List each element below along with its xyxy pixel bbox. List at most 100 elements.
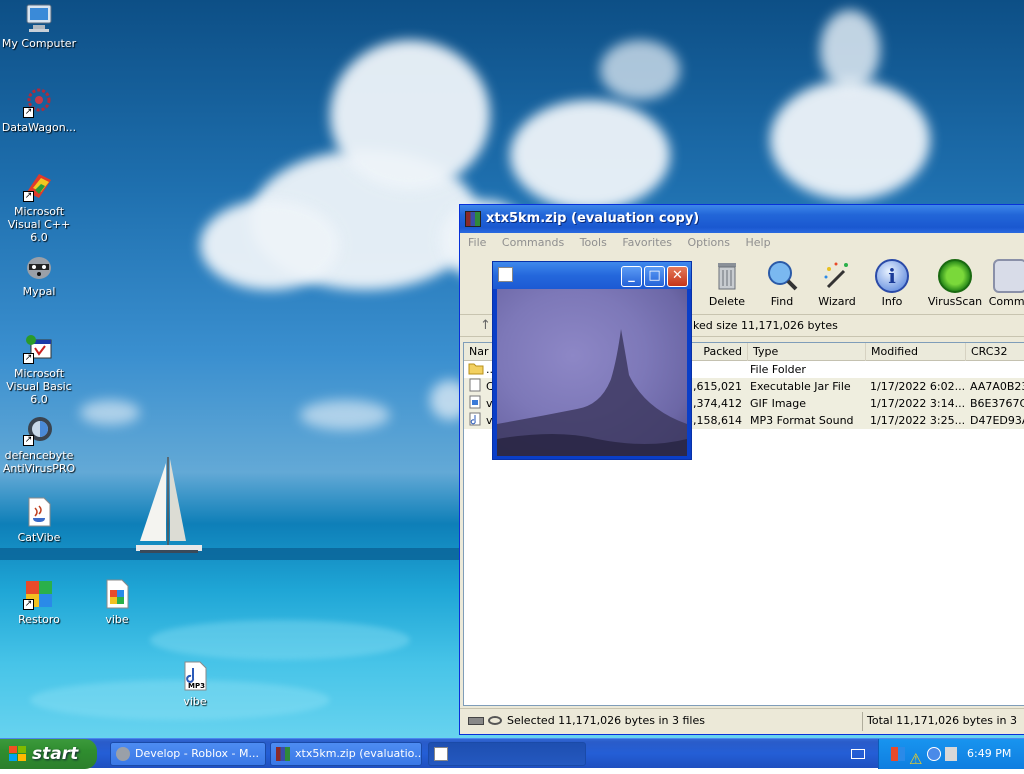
virusscan-button[interactable]: VirusScan xyxy=(927,259,983,308)
shortcut-arrow-icon: ↗ xyxy=(23,435,34,446)
row-modified: 1/17/2022 6:02... xyxy=(870,380,966,393)
menu-favorites[interactable]: Favorites xyxy=(622,236,672,249)
raccoon-icon xyxy=(116,747,130,761)
desktop-icon-catvibe[interactable]: CatVibe xyxy=(0,496,78,544)
warning-icon[interactable]: ⚠ xyxy=(909,744,922,774)
desktop-icon-label: Restoro xyxy=(18,613,60,626)
task-winrar[interactable]: xtx5km.zip (evaluatio... xyxy=(270,742,422,766)
status-left: Selected 11,171,026 bytes in 3 files xyxy=(507,714,705,727)
taskbar: start Develop - Roblox - M... xtx5km.zip… xyxy=(0,738,1024,769)
desktop-icon-label: Microsoft Visual C++ 6.0 xyxy=(7,205,71,244)
menu-file[interactable]: File xyxy=(468,236,486,249)
visual-cpp-icon: ↗ xyxy=(23,170,55,202)
minimize-button[interactable]: _ xyxy=(621,266,642,287)
find-button[interactable]: Find xyxy=(754,259,810,308)
toolbar-label: Delete xyxy=(708,295,746,308)
cloud xyxy=(330,40,490,190)
desktop-icon-mypal[interactable]: Mypal xyxy=(0,250,78,298)
task-label: Develop - Roblox - M... xyxy=(135,747,260,760)
info-button[interactable]: i Info xyxy=(864,259,920,308)
cloud xyxy=(820,10,880,90)
toolbar-label: Comme xyxy=(988,295,1024,308)
row-modified: 1/17/2022 3:14... xyxy=(870,397,966,410)
menu-commands[interactable]: Commands xyxy=(502,236,564,249)
desktop-icon-vibe-mp3[interactable]: MP3 vibe xyxy=(156,660,234,708)
restoro-tray-icon[interactable] xyxy=(891,747,905,761)
network-icon[interactable] xyxy=(927,747,941,761)
desktop-icon-restoro[interactable]: ↗ Restoro xyxy=(0,578,78,626)
drive-icon xyxy=(468,717,484,725)
desktop-icon-label: CatVibe xyxy=(17,531,61,544)
maximize-button[interactable]: □ xyxy=(644,266,665,287)
java-icon xyxy=(498,267,513,282)
sailboat-image xyxy=(136,457,202,553)
winrar-icon xyxy=(276,747,290,761)
delete-button[interactable]: Delete xyxy=(699,259,755,308)
start-button[interactable]: start xyxy=(0,739,97,769)
windows-flag-icon xyxy=(9,746,26,761)
menubar: File Commands Tools Favorites Options He… xyxy=(460,233,1024,253)
cloud xyxy=(80,400,140,425)
desktop-icon-label: vibe xyxy=(105,613,129,626)
wand-icon xyxy=(820,259,854,293)
status-divider xyxy=(862,712,863,731)
close-button[interactable]: ✕ xyxy=(667,266,688,287)
java-titlebar[interactable]: _ □ ✕ xyxy=(493,262,691,289)
desktop-icon-label: My Computer xyxy=(1,37,77,50)
virus-icon xyxy=(938,259,972,293)
comment-button[interactable]: Comme xyxy=(982,259,1024,308)
task-roblox[interactable]: Develop - Roblox - M... xyxy=(110,742,266,766)
desktop-icon-label: defencebyte AntiVirusPRO xyxy=(2,449,76,475)
row-modified: 1/17/2022 3:25... xyxy=(870,414,966,427)
volume-icon[interactable] xyxy=(945,747,957,761)
winrar-titlebar[interactable]: xtx5km.zip (evaluation copy) xyxy=(460,205,1024,233)
menu-help[interactable]: Help xyxy=(745,236,770,249)
start-label: start xyxy=(32,744,79,764)
task-java[interactable] xyxy=(428,742,586,766)
row-type: Executable Jar File xyxy=(750,380,851,393)
desktop-icon-visual-basic[interactable]: ↗ Microsoft Visual Basic 6.0 xyxy=(0,332,78,406)
column-modified[interactable]: Modified xyxy=(866,343,966,361)
shortcut-arrow-icon: ↗ xyxy=(23,107,34,118)
cloud xyxy=(300,400,390,430)
cat-video-frame xyxy=(497,289,687,456)
row-packed: 2,374,412 xyxy=(686,397,742,410)
desktop-icon-my-computer[interactable]: My Computer xyxy=(0,2,78,50)
keyboard-icon[interactable] xyxy=(851,749,865,759)
desktop-icon-vibe-gif[interactable]: vibe xyxy=(78,578,156,626)
clock[interactable]: 6:49 PM xyxy=(967,739,1011,769)
desktop-icon-antivirus[interactable]: ↗ defencebyte AntiVirusPRO xyxy=(0,414,78,475)
trash-icon xyxy=(710,259,744,293)
datawagon-icon: ↗ xyxy=(23,86,55,118)
desktop-icon-datawagon[interactable]: ↗ DataWagon... xyxy=(0,86,78,134)
magnifier-icon xyxy=(765,259,799,293)
mp3-badge: MP3 xyxy=(188,682,205,690)
water-shimmer xyxy=(150,620,410,660)
column-crc32[interactable]: CRC32 xyxy=(966,343,1024,361)
row-packed: 5,615,021 xyxy=(686,380,742,393)
wizard-button[interactable]: Wizard xyxy=(809,259,865,308)
computer-icon xyxy=(23,2,55,34)
window-title: xtx5km.zip (evaluation copy) xyxy=(486,211,700,226)
address-text: ked size 11,171,026 bytes xyxy=(693,319,838,332)
row-crc: D47ED93A xyxy=(970,414,1024,427)
up-arrow-icon[interactable]: ↑ xyxy=(480,315,491,337)
cloud xyxy=(510,100,670,210)
cloud xyxy=(200,200,340,290)
gif-file-icon xyxy=(101,578,133,610)
visual-basic-icon: ↗ xyxy=(23,332,55,364)
desktop-icon-label: DataWagon... xyxy=(1,121,77,134)
comment-icon xyxy=(993,259,1024,293)
java-icon xyxy=(434,747,448,761)
java-window: _ □ ✕ xyxy=(492,261,692,460)
key-icon xyxy=(488,716,502,725)
menu-options[interactable]: Options xyxy=(688,236,730,249)
menu-tools[interactable]: Tools xyxy=(580,236,607,249)
restoro-icon: ↗ xyxy=(23,578,55,610)
antivirus-icon: ↗ xyxy=(23,414,55,446)
column-packed[interactable]: Packed xyxy=(690,343,748,361)
mypal-raccoon-icon xyxy=(23,250,55,282)
desktop-icon-visual-cpp[interactable]: ↗ Microsoft Visual C++ 6.0 xyxy=(0,170,78,244)
toolbar-label: VirusScan xyxy=(927,295,983,308)
column-type[interactable]: Type xyxy=(748,343,866,361)
